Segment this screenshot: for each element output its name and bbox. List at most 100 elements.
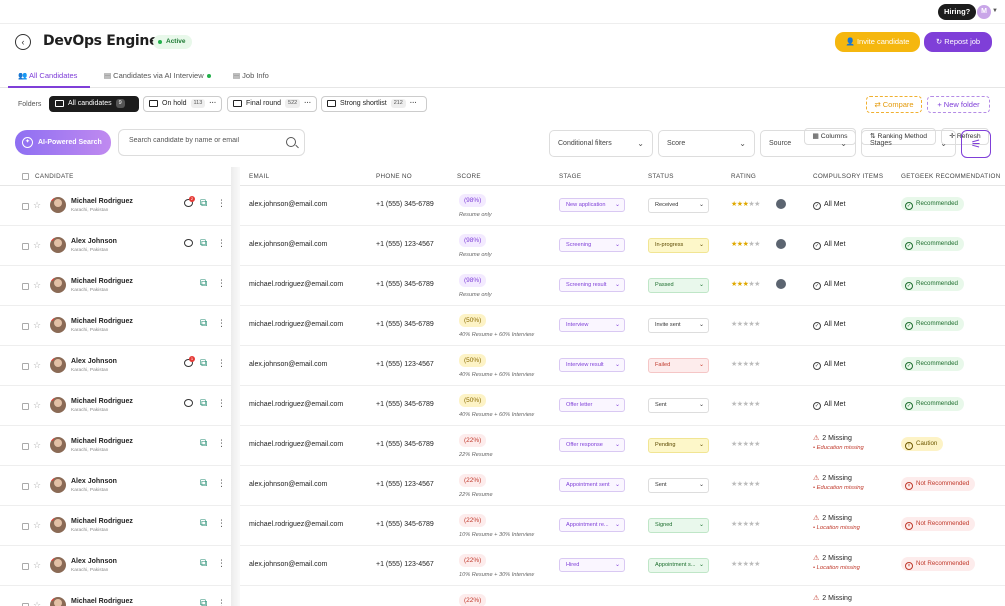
ai-search-button[interactable]: ✦ AI-Powered Search [15, 130, 111, 155]
more-vertical-icon[interactable]: ⋮ [217, 558, 226, 569]
stages-dropdown[interactable]: Stages ⌄ [861, 130, 956, 157]
hiring-button[interactable]: Hiring? [938, 4, 977, 20]
more-vertical-icon[interactable]: ⋮ [217, 398, 226, 409]
rating-star-icon[interactable]: ★ [754, 561, 760, 568]
status-select[interactable]: Appointment s... ⌄ [648, 558, 709, 573]
stage-select[interactable]: Appointment sent ⌄ [559, 478, 625, 492]
rating-stars[interactable]: ★★★★★ [731, 560, 760, 568]
col-score[interactable]: SCORE [457, 173, 481, 180]
rating-star-icon[interactable]: ★ [754, 401, 760, 408]
external-link-icon[interactable]: ⧉ [200, 598, 207, 606]
row-checkbox[interactable] [22, 403, 29, 410]
status-select[interactable]: Invite sent ⌄ [648, 318, 709, 333]
candidate-name[interactable]: Alex Johnson [71, 238, 117, 245]
candidate-name[interactable]: Michael Rodriguez [71, 318, 133, 325]
table-row[interactable]: ☆ Michael Rodriguez Karachi, Pakistan ⧉ ⋮ mic… [0, 426, 1005, 466]
comment-icon[interactable] [776, 279, 786, 289]
stage-select[interactable]: Offer response ⌄ [559, 438, 625, 452]
table-row[interactable]: ☆ Alex Johnson Karachi, Pakistan 1 ⧉ ⋮ alex.jo… [0, 346, 1005, 386]
status-select[interactable]: Passed ⌄ [648, 278, 709, 293]
comment-icon[interactable] [776, 199, 786, 209]
rating-stars[interactable]: ★★★★★ [731, 240, 760, 248]
select-all-checkbox[interactable] [22, 173, 29, 180]
star-icon[interactable]: ☆ [33, 400, 41, 411]
row-checkbox[interactable] [22, 203, 29, 210]
more-icon[interactable]: ··· [209, 97, 216, 111]
stage-select[interactable]: Interview result ⌄ [559, 358, 625, 372]
status-select[interactable]: Sent ⌄ [648, 398, 709, 413]
external-link-icon[interactable]: ⧉ [200, 358, 207, 369]
external-link-icon[interactable]: ⧉ [200, 518, 207, 529]
col-compulsory[interactable]: COMPULSORY ITEMS [813, 173, 883, 180]
folder-all-candidates[interactable]: All candidates 9 [49, 96, 139, 112]
candidate-name[interactable]: Alex Johnson [71, 358, 117, 365]
status-select[interactable]: Failed ⌄ [648, 358, 709, 373]
status-select[interactable]: Signed ⌄ [648, 518, 709, 533]
rating-star-icon[interactable]: ★ [754, 241, 760, 248]
filter-settings-icon[interactable]: ⚟ [961, 130, 991, 158]
tab-all-candidates[interactable]: 👥 All Candidates [18, 71, 77, 80]
tab-job-info[interactable]: ▤ Job Info [233, 71, 269, 80]
table-row[interactable]: ☆ Michael Rodriguez Karachi, Pakistan ⧉ ⋮ mic… [0, 506, 1005, 546]
invite-candidate-button[interactable]: 👤 Invite candidate [835, 32, 920, 52]
more-icon[interactable]: ··· [304, 97, 311, 111]
candidate-name[interactable]: Alex Johnson [71, 558, 117, 565]
col-recommendation[interactable]: GETGEEK RECOMMENDATION [901, 173, 1001, 180]
folder-strong-shortlist[interactable]: Strong shortlist 212 ··· [321, 96, 427, 112]
table-row[interactable]: ☆ Alex Johnson Karachi, Pakistan ⧉ ⋮ alex.joh… [0, 226, 1005, 266]
row-checkbox[interactable] [22, 483, 29, 490]
col-rating[interactable]: RATING [731, 173, 756, 180]
rating-stars[interactable]: ★★★★★ [731, 520, 760, 528]
rating-star-icon[interactable]: ★ [754, 521, 760, 528]
stage-select[interactable]: Screening ⌄ [559, 238, 625, 252]
stage-select[interactable]: Screening result ⌄ [559, 278, 625, 292]
star-icon[interactable]: ☆ [33, 560, 41, 571]
external-link-icon[interactable]: ⧉ [200, 238, 207, 249]
status-select[interactable]: Received ⌄ [648, 198, 709, 213]
stage-select[interactable]: Appointment re... ⌄ [559, 518, 625, 532]
more-icon[interactable]: ··· [410, 97, 417, 111]
rating-star-icon[interactable]: ★ [754, 201, 760, 208]
star-icon[interactable]: ☆ [33, 480, 41, 491]
more-vertical-icon[interactable]: ⋮ [217, 478, 226, 489]
external-link-icon[interactable]: ⧉ [200, 478, 207, 489]
rating-stars[interactable]: ★★★★★ [731, 400, 760, 408]
row-checkbox[interactable] [22, 363, 29, 370]
rating-star-icon[interactable]: ★ [754, 321, 760, 328]
back-button[interactable]: ‹ [15, 34, 31, 50]
new-folder-button[interactable]: + New folder [927, 96, 990, 113]
candidate-name[interactable]: Michael Rodriguez [71, 278, 133, 285]
row-checkbox[interactable] [22, 563, 29, 570]
source-dropdown[interactable]: Source ⌄ [760, 130, 856, 157]
folder-on-hold[interactable]: On hold 113 ··· [143, 96, 222, 112]
star-icon[interactable]: ☆ [33, 360, 41, 371]
stage-select[interactable]: Offer letter ⌄ [559, 398, 625, 412]
more-vertical-icon[interactable]: ⋮ [217, 518, 226, 529]
status-select[interactable]: In-progress ⌄ [648, 238, 709, 253]
external-link-icon[interactable]: ⧉ [200, 318, 207, 329]
tab-ai-interview[interactable]: ▤ Candidates via AI Interview [104, 71, 211, 80]
star-icon[interactable]: ☆ [33, 600, 41, 606]
repost-job-button[interactable]: ↻ Repost job [924, 32, 992, 52]
star-icon[interactable]: ☆ [33, 200, 41, 211]
col-email[interactable]: EMAIL [249, 173, 269, 180]
message-icon[interactable] [184, 239, 193, 247]
rating-stars[interactable]: ★★★★★ [731, 440, 760, 448]
candidate-name[interactable]: Michael Rodriguez [71, 518, 133, 525]
rating-stars[interactable]: ★★★★★ [731, 280, 760, 288]
col-stage[interactable]: STAGE [559, 173, 581, 180]
user-avatar[interactable]: M [977, 5, 991, 19]
more-vertical-icon[interactable]: ⋮ [217, 198, 226, 209]
star-icon[interactable]: ☆ [33, 440, 41, 451]
external-link-icon[interactable]: ⧉ [200, 558, 207, 569]
rating-stars[interactable]: ★★★★★ [731, 200, 760, 208]
external-link-icon[interactable]: ⧉ [200, 278, 207, 289]
star-icon[interactable]: ☆ [33, 280, 41, 291]
table-row[interactable]: ☆Michael RodriguezKarachi, Pakistan⧉⋮(22… [0, 586, 1005, 606]
rating-stars[interactable]: ★★★★★ [731, 320, 760, 328]
candidate-name[interactable]: Michael Rodriguez [71, 198, 133, 205]
table-row[interactable]: ☆ Michael Rodriguez Karachi, Pakistan ⧉ ⋮ mic… [0, 306, 1005, 346]
search-input[interactable] [129, 137, 279, 144]
comment-icon[interactable] [776, 239, 786, 249]
external-link-icon[interactable]: ⧉ [200, 438, 207, 449]
